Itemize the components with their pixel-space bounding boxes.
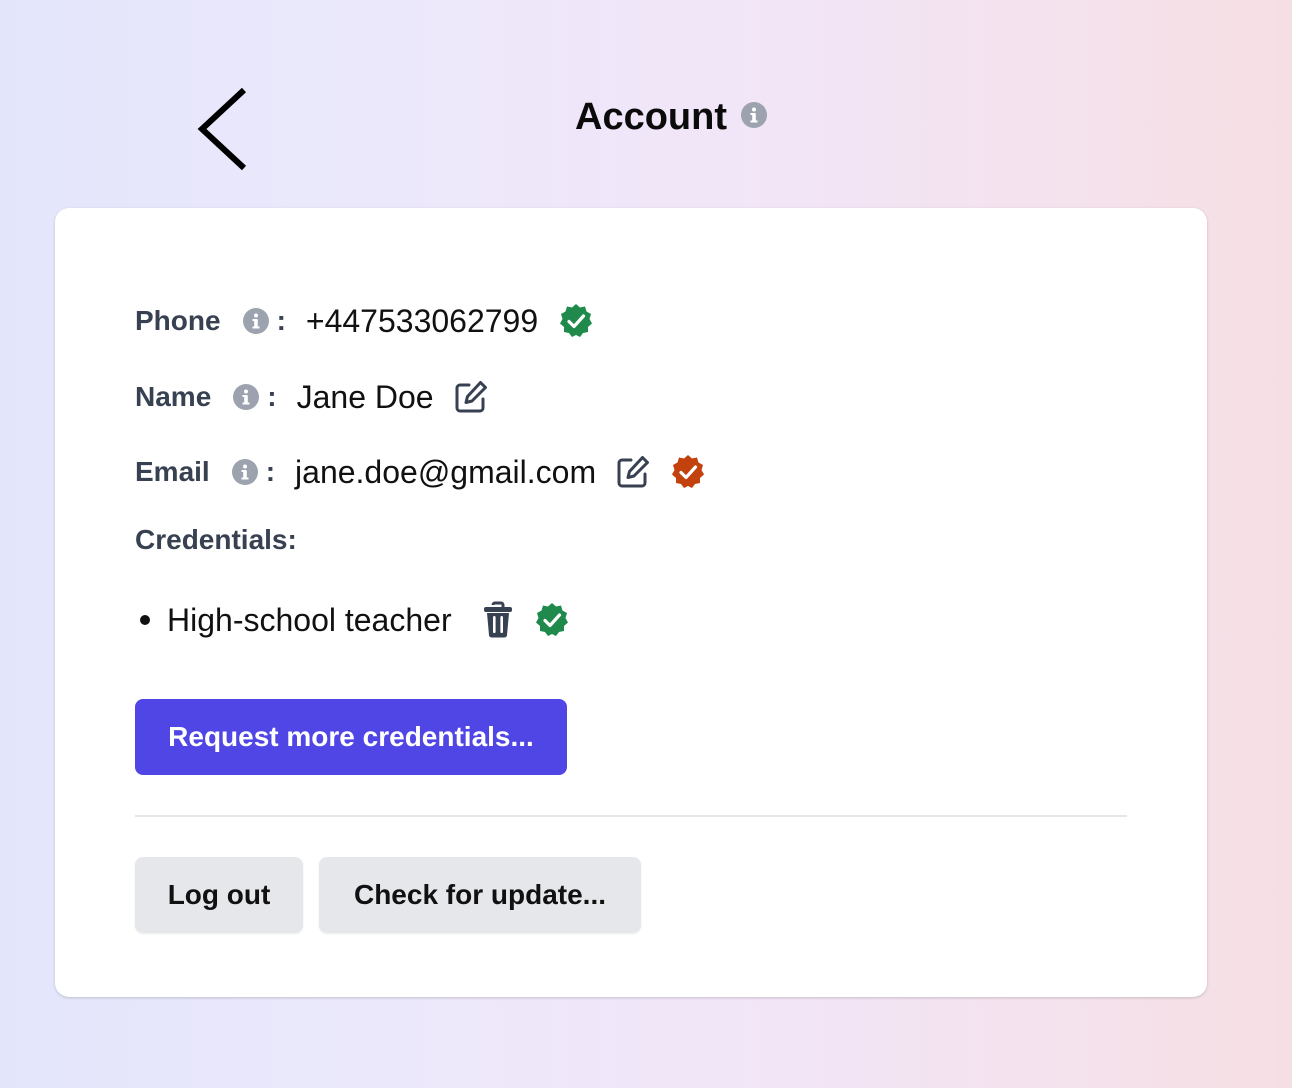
page-header: Account: [0, 92, 1292, 142]
email-row: Email : jane.doe@gmail.com: [135, 448, 706, 496]
name-info-icon[interactable]: [233, 384, 260, 410]
logout-button[interactable]: Log out: [135, 857, 303, 933]
email-value: jane.doe@gmail.com: [295, 453, 597, 490]
name-row: Name : Jane Doe: [135, 373, 488, 421]
edit-name-icon[interactable]: [454, 380, 488, 414]
verified-badge-icon: [535, 603, 568, 636]
email-colon: :: [265, 456, 276, 487]
phone-value: +447533062799: [305, 302, 539, 339]
page-title: Account: [575, 95, 727, 138]
phone-label: Phone: [135, 305, 221, 336]
phone-row: Phone : +447533062799: [135, 297, 594, 345]
check-update-button[interactable]: Check for update...: [319, 857, 641, 933]
verified-badge-icon: [560, 304, 593, 337]
credentials-heading: Credentials:: [135, 524, 297, 555]
bullet-icon: [140, 615, 150, 625]
credentials-list: High-school teacher: [135, 596, 570, 644]
name-colon: :: [267, 381, 277, 412]
email-label: Email: [135, 456, 210, 487]
info-icon[interactable]: [741, 102, 767, 128]
credential-label: High-school teacher: [167, 601, 452, 638]
trash-icon[interactable]: [482, 601, 514, 639]
phone-colon: :: [276, 305, 286, 336]
name-label: Name: [135, 381, 212, 412]
name-value: Jane Doe: [296, 378, 434, 415]
edit-email-icon[interactable]: [616, 455, 650, 489]
account-card: Phone : +447533062799 Name : Jane Doe Em…: [55, 208, 1207, 997]
request-credentials-button[interactable]: Request more credentials...: [135, 699, 567, 775]
email-info-icon[interactable]: [231, 459, 258, 485]
unverified-badge-icon: [672, 455, 705, 488]
phone-info-icon[interactable]: [242, 308, 269, 334]
divider: [135, 815, 1127, 817]
credential-item: High-school teacher: [135, 596, 570, 644]
